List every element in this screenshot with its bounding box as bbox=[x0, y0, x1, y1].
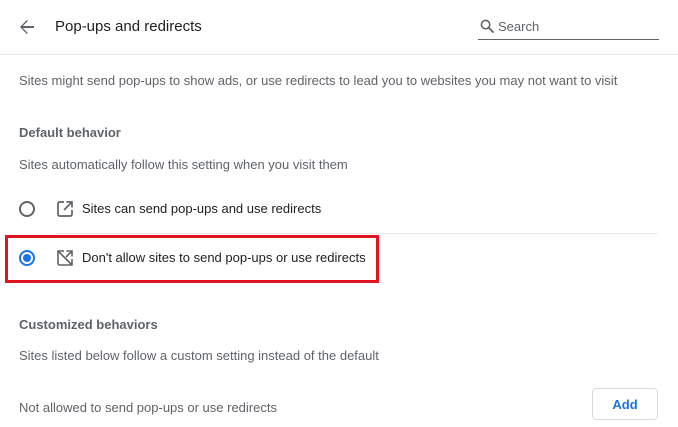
default-behavior-subtitle: Sites automatically follow this setting … bbox=[19, 157, 348, 172]
search-input[interactable] bbox=[498, 15, 653, 37]
header-divider bbox=[0, 54, 678, 55]
popups-blocked-icon bbox=[56, 249, 74, 267]
not-allowed-list-label: Not allowed to send pop-ups or use redir… bbox=[19, 400, 277, 415]
page-title: Pop-ups and redirects bbox=[55, 18, 202, 35]
customized-behaviors-title: Customized behaviors bbox=[19, 317, 158, 332]
radio-button-block[interactable] bbox=[19, 250, 35, 266]
radio-option-block[interactable]: Don't allow sites to send pop-ups or use… bbox=[0, 235, 658, 281]
settings-page: Pop-ups and redirects Sites might send p… bbox=[0, 0, 678, 427]
default-behavior-title: Default behavior bbox=[19, 125, 121, 140]
customized-behaviors-subtitle: Sites listed below follow a custom setti… bbox=[19, 348, 379, 363]
back-button[interactable] bbox=[14, 14, 40, 40]
arrow-back-icon bbox=[20, 20, 34, 34]
options-divider bbox=[56, 233, 658, 234]
page-description: Sites might send pop-ups to show ads, or… bbox=[19, 73, 618, 88]
radio-label-block: Don't allow sites to send pop-ups or use… bbox=[82, 250, 366, 265]
radio-button-allow[interactable] bbox=[19, 201, 35, 217]
radio-option-allow[interactable]: Sites can send pop-ups and use redirects bbox=[0, 186, 658, 232]
open-in-new-icon bbox=[57, 201, 73, 217]
add-site-button[interactable]: Add bbox=[592, 388, 658, 420]
search-field[interactable] bbox=[478, 13, 659, 40]
radio-label-allow: Sites can send pop-ups and use redirects bbox=[82, 201, 322, 216]
page-header: Pop-ups and redirects bbox=[0, 0, 678, 54]
search-icon bbox=[480, 19, 494, 33]
